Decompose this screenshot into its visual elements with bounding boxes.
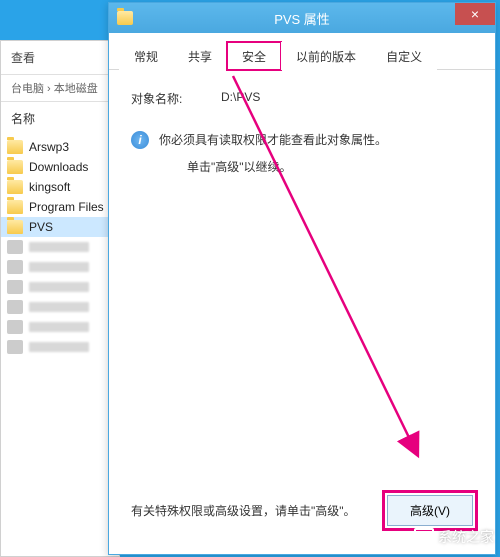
- info-text: 你必须具有读取权限才能查看此对象属性。: [159, 131, 387, 150]
- blurred-item: [1, 297, 119, 317]
- column-header-name[interactable]: 名称: [1, 102, 119, 135]
- folder-label: Program Files: [29, 200, 104, 214]
- tab-security[interactable]: 安全: [227, 42, 281, 70]
- folder-item[interactable]: Arswp3: [1, 137, 119, 157]
- tab-customize[interactable]: 自定义: [371, 42, 437, 70]
- folder-icon: [7, 200, 23, 214]
- watermark-icon: [414, 528, 434, 546]
- blurred-item: [1, 317, 119, 337]
- folder-icon: [7, 160, 23, 174]
- close-button[interactable]: ×: [455, 3, 495, 25]
- blurred-item: [1, 277, 119, 297]
- advanced-button[interactable]: 高级(V): [387, 495, 473, 526]
- file-icon: [7, 300, 23, 314]
- explorer-window: 查看 台电脑 › 本地磁盘 名称 Arswp3 Downloads kingso…: [0, 40, 120, 557]
- folder-icon: [117, 11, 133, 25]
- folder-label: PVS: [29, 220, 53, 234]
- watermark: 系统之家: [414, 527, 494, 547]
- file-icon: [7, 240, 23, 254]
- dialog-title: PVS 属性: [274, 9, 330, 28]
- hint-text: 有关特殊权限或高级设置，请单击"高级"。: [131, 502, 356, 519]
- explorer-breadcrumb[interactable]: 台电脑 › 本地磁盘: [1, 75, 119, 102]
- tab-content: 对象名称: D:\PVS i 你必须具有读取权限才能查看此对象属性。 单击"高级…: [109, 70, 495, 550]
- close-icon: ×: [471, 6, 479, 22]
- folder-icon: [7, 220, 23, 234]
- folder-label: Downloads: [29, 160, 88, 174]
- folder-item-selected[interactable]: PVS: [1, 217, 119, 237]
- info-row: i 你必须具有读取权限才能查看此对象属性。 单击"高级"以继续。: [131, 131, 473, 177]
- object-name-value: D:\PVS: [221, 90, 260, 107]
- blurred-text: [29, 302, 89, 312]
- file-icon: [7, 280, 23, 294]
- folder-label: Arswp3: [29, 140, 69, 154]
- blurred-text: [29, 322, 89, 332]
- tab-previous-versions[interactable]: 以前的版本: [281, 42, 371, 70]
- folder-list: Arswp3 Downloads kingsoft Program Files …: [1, 135, 119, 359]
- blurred-item: [1, 257, 119, 277]
- file-icon: [7, 260, 23, 274]
- tab-sharing[interactable]: 共享: [173, 42, 227, 70]
- file-icon: [7, 320, 23, 334]
- blurred-text: [29, 262, 89, 272]
- blurred-text: [29, 342, 89, 352]
- bottom-area: 有关特殊权限或高级设置，请单击"高级"。 高级(V): [131, 495, 473, 526]
- folder-label: kingsoft: [29, 180, 70, 194]
- object-name-row: 对象名称: D:\PVS: [131, 90, 473, 107]
- folder-item[interactable]: kingsoft: [1, 177, 119, 197]
- blurred-text: [29, 282, 89, 292]
- dialog-titlebar[interactable]: PVS 属性 ×: [109, 3, 495, 33]
- folder-icon: [7, 140, 23, 154]
- explorer-ribbon-tab[interactable]: 查看: [1, 41, 119, 75]
- properties-dialog: PVS 属性 × 常规 共享 安全 以前的版本 自定义 对象名称: D:\PVS…: [108, 2, 496, 555]
- folder-item[interactable]: Downloads: [1, 157, 119, 177]
- watermark-text: 系统之家: [438, 527, 494, 547]
- folder-item[interactable]: Program Files: [1, 197, 119, 217]
- info-icon: i: [131, 131, 149, 149]
- file-icon: [7, 340, 23, 354]
- object-name-label: 对象名称:: [131, 90, 221, 107]
- folder-icon: [7, 180, 23, 194]
- tab-general[interactable]: 常规: [119, 42, 173, 70]
- blurred-item: [1, 337, 119, 357]
- blurred-text: [29, 242, 89, 252]
- continue-text: 单击"高级"以继续。: [187, 158, 387, 177]
- blurred-item: [1, 237, 119, 257]
- tabs-row: 常规 共享 安全 以前的版本 自定义: [109, 33, 495, 70]
